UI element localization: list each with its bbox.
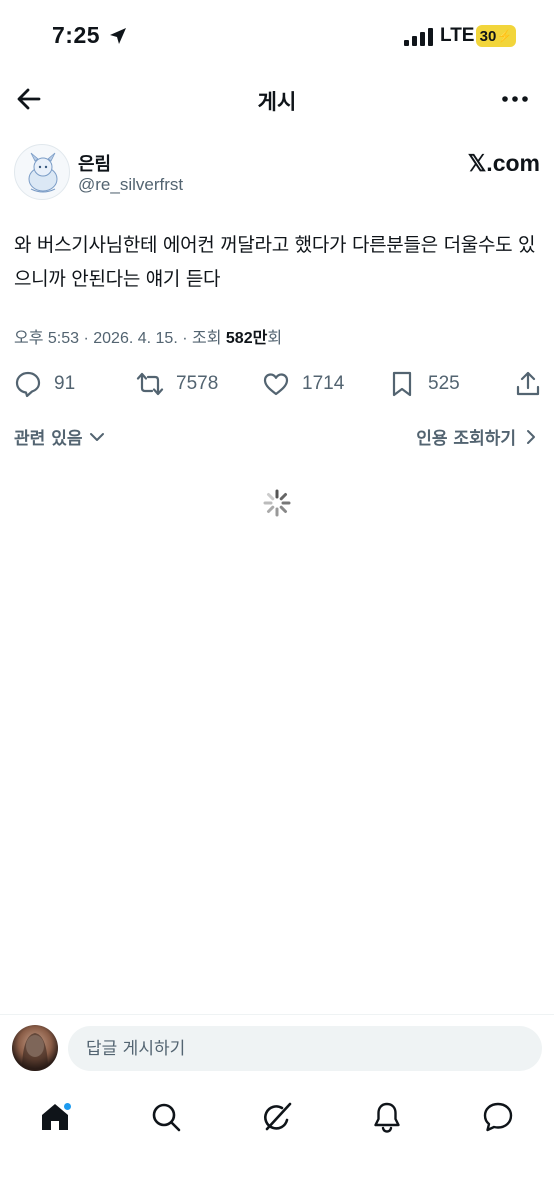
tab-messages[interactable]: [481, 1100, 515, 1134]
post-header: 게시: [0, 72, 554, 126]
chevron-down-icon: [90, 432, 105, 441]
reply-count: 91: [54, 373, 76, 394]
author-avatar-illustration: [28, 152, 58, 193]
reply-button[interactable]: 91: [14, 366, 75, 402]
battery-indicator: 30 ⚡: [476, 25, 516, 47]
loading-spinner-icon: [263, 489, 291, 517]
post-date: 2026. 4. 15.: [93, 330, 178, 347]
bookmark-count: 525: [428, 373, 460, 394]
reply-bar: [0, 1014, 554, 1082]
network-type: LTE: [440, 25, 475, 46]
repost-icon: [136, 372, 164, 396]
like-count: 1714: [302, 373, 345, 394]
related-dropdown[interactable]: 관련 있음: [14, 424, 106, 449]
signal-bars-icon: [404, 28, 433, 46]
notification-dot: [63, 1102, 72, 1111]
share-icon: [516, 371, 540, 396]
bookmark-icon: [392, 371, 412, 397]
author-name[interactable]: 은림: [78, 150, 111, 176]
user-avatar-photo: [22, 1033, 48, 1071]
views-suffix: 회: [267, 330, 283, 347]
views-count[interactable]: 582만: [226, 330, 267, 347]
tab-home[interactable]: [38, 1100, 72, 1134]
search-icon: [152, 1103, 181, 1132]
related-label: 관련 있음: [14, 429, 83, 449]
page-title: 게시: [257, 90, 297, 114]
post-meta: 오후 5:53 · 2026. 4. 15. · 조회 582만회: [14, 330, 283, 347]
battery-level: 30: [479, 27, 497, 45]
tab-search[interactable]: [149, 1100, 183, 1134]
related-row: 관련 있음 인용 조회하기: [14, 424, 540, 454]
heart-icon: [263, 373, 289, 396]
charging-bolt-icon: ⚡: [497, 29, 513, 43]
status-time: 7:25: [52, 22, 101, 48]
source-label: 𝕏.com: [467, 150, 540, 176]
bottom-tab-bar: [0, 1090, 554, 1144]
bell-icon: [374, 1102, 400, 1133]
user-avatar[interactable]: [12, 1025, 58, 1071]
view-quotes-label: 인용 조회하기: [416, 429, 516, 449]
author-avatar[interactable]: [14, 144, 70, 200]
more-options-icon[interactable]: [500, 86, 530, 112]
reply-icon: [15, 371, 41, 398]
bookmark-button[interactable]: 525: [388, 366, 460, 402]
post-time: 오후 5:53: [14, 330, 80, 347]
chat-bubble-icon: [483, 1102, 513, 1132]
location-arrow-icon: [110, 28, 126, 44]
reply-input[interactable]: [68, 1026, 542, 1071]
view-quotes-link[interactable]: 인용 조회하기: [416, 424, 540, 449]
post-actions: 91 7578 1714 525: [14, 366, 542, 402]
status-bar: 7:25 LTE 30 ⚡: [0, 0, 554, 72]
tab-notifications[interactable]: [370, 1100, 404, 1134]
author-row: 은림 @re_silverfrst 𝕏.com: [14, 144, 540, 202]
like-button[interactable]: 1714: [262, 366, 344, 402]
chevron-right-icon: [527, 429, 535, 444]
share-button[interactable]: [514, 366, 542, 402]
grok-icon: [264, 1102, 292, 1131]
author-handle[interactable]: @re_silverfrst: [78, 175, 183, 195]
views-label: 조회: [191, 330, 222, 347]
post-text: 와 버스기사님한테 에어컨 꺼달라고 했다가 다른분들은 더울수도 있으니까 안…: [14, 234, 536, 290]
repost-button[interactable]: 7578: [136, 366, 218, 402]
repost-count: 7578: [176, 373, 219, 394]
tab-grok[interactable]: [260, 1100, 294, 1134]
